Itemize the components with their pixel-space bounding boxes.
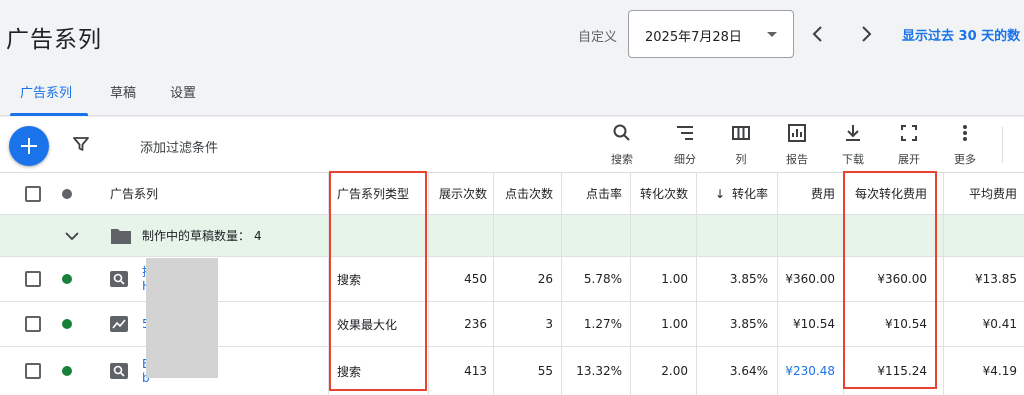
clicks-cell: 26 [537, 272, 553, 286]
column-header-avg-cost[interactable]: 平均费用 [945, 173, 1017, 214]
chevron-right-icon[interactable] [854, 22, 878, 46]
draft-count-value: 4 [254, 228, 262, 243]
avg-cost-cell: ¥0.41 [982, 317, 1017, 331]
highlight-box-cost-per-conversion [843, 171, 937, 389]
status-enabled-dot [62, 257, 72, 301]
ctr-cell: 13.32% [576, 364, 622, 378]
column-header-impressions[interactable]: 展示次数 [430, 173, 487, 214]
column-header-cost[interactable]: 费用 [779, 173, 835, 214]
folder-icon [110, 215, 132, 256]
active-tab-indicator [10, 113, 88, 116]
impressions-cell: 236 [464, 317, 487, 331]
redacted-area [146, 258, 218, 378]
download-button[interactable]: 下载 [831, 123, 875, 169]
columns-button[interactable]: 列 [719, 123, 763, 169]
more-label: 更多 [954, 153, 976, 166]
cost-cell-link[interactable]: ¥230.48 [779, 347, 835, 395]
column-header-clicks[interactable]: 点击次数 [495, 173, 553, 214]
conversions-cell: 1.00 [661, 272, 688, 286]
search-button[interactable]: 搜索 [600, 123, 644, 169]
impressions-cell: 413 [464, 364, 487, 378]
download-icon [846, 125, 860, 141]
segment-icon [677, 126, 693, 140]
page-title: 广告系列 [6, 27, 102, 53]
impressions-cell: 450 [464, 272, 487, 286]
search-icon [613, 124, 630, 141]
add-filter-button[interactable]: 添加过滤条件 [140, 137, 218, 156]
column-header-conv-rate[interactable]: 转化率 [700, 173, 768, 214]
conversions-cell: 2.00 [661, 364, 688, 378]
tab-settings[interactable]: 设置 [170, 82, 196, 101]
status-enabled-dot [62, 302, 72, 346]
table-toolbar: 添加过滤条件 搜索 细分 列 报告 下载 展开 更多 [0, 117, 1024, 172]
download-label: 下载 [842, 153, 864, 166]
segment-button[interactable]: 细分 [663, 123, 707, 169]
report-button[interactable]: 报告 [775, 123, 819, 169]
row-checkbox[interactable] [25, 302, 41, 346]
cost-cell: ¥360.00 [785, 272, 835, 286]
more-button[interactable]: 更多 [943, 123, 987, 169]
clicks-cell: 3 [545, 317, 553, 331]
search-label: 搜索 [611, 153, 633, 166]
column-header-conversions[interactable]: 转化次数 [632, 173, 688, 214]
conversions-cell: 1.00 [661, 317, 688, 331]
search-campaign-icon [110, 257, 128, 301]
row-checkbox[interactable] [25, 257, 41, 301]
column-header-campaign[interactable]: 广告系列 [110, 173, 158, 214]
draft-count-label: 制作中的草稿数量： [142, 229, 251, 243]
date-range-select[interactable]: 2025年7月28日 [628, 10, 794, 58]
segment-label: 细分 [674, 153, 696, 166]
conv-rate-cell: 3.85% [729, 272, 768, 286]
avg-cost-cell: ¥13.85 [975, 272, 1017, 286]
filter-icon[interactable] [72, 135, 90, 153]
column-header-ctr[interactable]: 点击率 [563, 173, 622, 214]
toolbar-divider [1002, 127, 1003, 163]
clicks-cell: 55 [537, 364, 553, 378]
columns-icon [732, 126, 750, 140]
row-checkbox[interactable] [25, 347, 41, 395]
highlight-box-campaign-type [329, 171, 427, 391]
dropdown-caret-icon [767, 32, 777, 37]
performance-max-icon [110, 302, 128, 346]
chevron-left-icon[interactable] [806, 22, 830, 46]
ctr-cell: 1.27% [583, 317, 622, 331]
columns-label: 列 [735, 153, 747, 166]
tab-campaigns[interactable]: 广告系列 [20, 82, 72, 101]
chevron-down-icon[interactable] [64, 215, 80, 256]
tab-drafts[interactable]: 草稿 [110, 82, 136, 101]
tab-bar: 广告系列 草稿 设置 [0, 68, 1024, 116]
status-enabled-dot [62, 347, 72, 395]
search-campaign-icon [110, 347, 128, 395]
cost-cell: ¥10.54 [793, 317, 835, 331]
expand-icon [901, 125, 917, 141]
expand-label: 展开 [898, 153, 920, 166]
page-header: 广告系列 自定义 2025年7月28日 显示过去 30 天的数 [0, 0, 1024, 68]
status-header-dot [62, 173, 72, 214]
report-label: 报告 [786, 153, 808, 166]
more-vert-icon [963, 125, 967, 141]
conv-rate-cell: 3.64% [729, 364, 768, 378]
conv-rate-cell: 3.85% [729, 317, 768, 331]
select-all-checkbox[interactable] [25, 173, 41, 214]
date-range-label: 自定义 [578, 30, 618, 45]
date-range-value: 2025年7月28日 [645, 30, 742, 45]
expand-button[interactable]: 展开 [887, 123, 931, 169]
show-last-30-days-link[interactable]: 显示过去 30 天的数 [902, 25, 1020, 44]
add-campaign-button[interactable] [9, 126, 49, 166]
report-icon [788, 124, 806, 142]
avg-cost-cell: ¥4.19 [982, 364, 1017, 378]
campaigns-page: 广告系列 自定义 2025年7月28日 显示过去 30 天的数 广告系列 草稿 … [0, 0, 1024, 395]
ctr-cell: 5.78% [583, 272, 622, 286]
